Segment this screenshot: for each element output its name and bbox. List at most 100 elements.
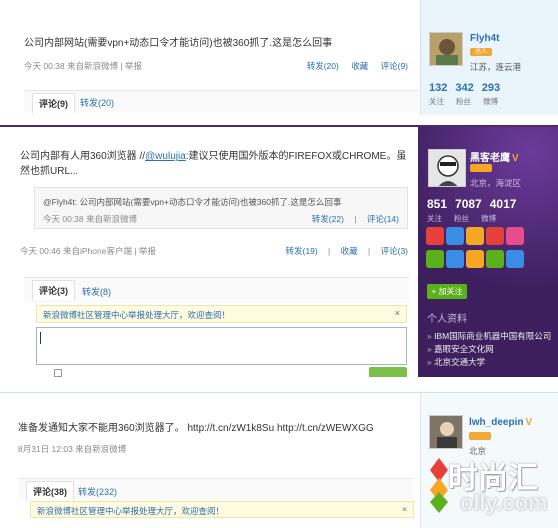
notice-bar: 新浪微博社区管理中心举报处理大厅，欢迎查阅！ × [30, 501, 414, 518]
profile-item[interactable]: IBM国际商业机器中国有限公司 [427, 330, 551, 343]
notice-link[interactable]: 新浪微博社区管理中心举报处理大厅，欢迎查阅！ [37, 506, 224, 516]
quoted-repost-link[interactable]: 转发(22) [312, 214, 344, 224]
divider: | [368, 246, 371, 256]
post-2-meta-left[interactable]: 今天 00:46 来自iPhone客户端 | 举报 [20, 246, 156, 256]
app-icon[interactable] [426, 227, 444, 245]
location: 江苏，连云港 [470, 62, 522, 72]
quoted-comment-link[interactable]: 评论(14) [367, 214, 399, 224]
level-badge: 达人 [470, 48, 492, 56]
post-1-main: 公司内部网站(需要vpn+动态口令才能访问)也被360抓了.这是怎么回事 今天 … [18, 0, 419, 115]
tab-reposts[interactable]: 转发(232) [78, 485, 117, 498]
app-icon[interactable] [486, 227, 504, 245]
post-2-tabs: 评论(3) 转发(8) [24, 277, 409, 303]
post-1-tabs: 评论(9) 转发(20) [24, 90, 419, 113]
app-icon-grid [426, 227, 536, 273]
user-card-2: 黑客老鹰 V 北京，海淀区 851 7087 4017 关注 粉丝 微博 + 加关注 个人… [418, 127, 558, 377]
post-2-main: 公司内部有人用360浏览器 //@wulujia:建议只使用国外版本的FIREF… [12, 127, 412, 377]
app-icon[interactable] [426, 250, 444, 268]
avatar[interactable] [429, 32, 463, 66]
comment-bar [36, 367, 407, 377]
text-cursor [40, 332, 41, 344]
username-text: lwh_deepin [469, 417, 524, 428]
app-icon[interactable] [446, 250, 464, 268]
quoted-meta: 今天 00:38 来自新浪微博 转发(22) | 评论(14) [43, 213, 399, 225]
user-card-1: Flyh4t 达人 江苏，连云港 132 342 293 关注 粉丝 微博 [420, 0, 558, 115]
stat-label: 关注 [429, 97, 444, 106]
stat-posts[interactable]: 293 [482, 82, 500, 94]
favorite-link[interactable]: 收藏 [341, 246, 358, 256]
divider: | [328, 246, 331, 256]
avatar[interactable] [428, 149, 466, 187]
checkbox[interactable] [54, 369, 62, 377]
notice-bar: 新浪微博社区管理中心举报处理大厅，欢迎查阅！ × [36, 305, 407, 323]
quoted-post: @Flyh4t: 公司内部网站(需要vpn+动态口令才能访问)也被360抓了.这… [34, 187, 408, 229]
favorite-link[interactable]: 收藏 [351, 61, 368, 71]
app-icon[interactable] [506, 250, 524, 268]
divider: | [354, 214, 357, 224]
close-icon[interactable]: × [402, 504, 407, 514]
tab-comments[interactable]: 评论(3) [32, 280, 75, 300]
stat-label: 微博 [481, 214, 496, 223]
follow-button[interactable]: + 加关注 [427, 284, 467, 299]
profile-list: IBM国际商业机器中国有限公司 嘉眼安全文化网 北京交通大学 [427, 330, 551, 369]
post-2-meta: 今天 00:46 来自iPhone客户端 | 举报 转发(19) | 收藏 | … [20, 245, 408, 257]
avatar-image-icon [430, 416, 462, 448]
stat-following[interactable]: 851 [427, 197, 447, 211]
post-3-meta[interactable]: 8月31日 12:03 来自新浪微博 [18, 443, 398, 455]
username[interactable]: 黑客老鹰 V [470, 149, 519, 164]
stat-label: 微博 [483, 97, 498, 106]
weibo-post-2: 公司内部有人用360浏览器 //@wulujia:建议只使用国外版本的FIREF… [0, 125, 558, 377]
user-stats: 132 342 293 [429, 82, 508, 94]
logo-shape-icon [430, 458, 448, 513]
post-2-text-before: 公司内部有人用360浏览器 // [20, 151, 146, 162]
tab-reposts[interactable]: 转发(20) [80, 96, 114, 109]
app-icon[interactable] [486, 250, 504, 268]
comment-link[interactable]: 评论(3) [381, 246, 408, 256]
notice-link[interactable]: 新浪微博社区管理中心举报处理大厅，欢迎查阅！ [43, 310, 230, 320]
profile-item[interactable]: 北京交通大学 [427, 356, 551, 369]
quoted-meta-left[interactable]: 今天 00:38 来自新浪微博 [43, 214, 137, 224]
app-icon[interactable] [466, 250, 484, 268]
app-icon[interactable] [446, 227, 464, 245]
post-3-tabs: 评论(38) 转发(232) [18, 478, 413, 501]
username[interactable]: Flyh4t [470, 33, 499, 44]
verified-icon: V [512, 153, 519, 164]
username-text: 黑客老鹰 [470, 153, 510, 164]
verified-icon: V [525, 417, 533, 428]
post-2-text: 公司内部有人用360浏览器 //@wulujia:建议只使用国外版本的FIREF… [20, 149, 412, 179]
repost-link[interactable]: 转发(19) [286, 246, 318, 256]
quoted-text: @Flyh4t: 公司内部网站(需要vpn+动态口令才能访问)也被360抓了.这… [43, 197, 342, 207]
tab-comments[interactable]: 评论(38) [26, 481, 75, 501]
repost-link[interactable]: 转发(20) [307, 61, 339, 71]
app-icon[interactable] [506, 227, 524, 245]
mention-link[interactable]: @wulujia [145, 151, 186, 162]
watermark-domain: olly.com [460, 490, 548, 515]
stat-posts[interactable]: 4017 [490, 197, 517, 211]
profile-item[interactable]: 嘉眼安全文化网 [427, 343, 551, 356]
quoted-actions: 转发(22) | 评论(14) [304, 213, 399, 225]
post-2-actions: 转发(19) | 收藏 | 评论(3) [278, 245, 408, 257]
app-icon[interactable] [466, 227, 484, 245]
stat-labels: 关注 粉丝 微博 [427, 213, 508, 224]
post-1-meta-left[interactable]: 今天 00:38 来自新浪微博 | 举报 [24, 61, 142, 71]
stat-followers[interactable]: 7087 [455, 197, 482, 211]
tab-comments[interactable]: 评论(9) [32, 93, 75, 113]
post-1-text: 公司内部网站(需要vpn+动态口令才能访问)也被360抓了.这是怎么回事 [24, 38, 333, 49]
comment-submit-button[interactable] [369, 367, 407, 377]
stat-following[interactable]: 132 [429, 82, 447, 94]
weibo-post-1: 公司内部网站(需要vpn+动态口令才能访问)也被360抓了.这是怎么回事 今天 … [0, 0, 558, 115]
avatar-image-icon [430, 33, 462, 65]
comment-input[interactable] [36, 327, 407, 365]
user-stats: 851 7087 4017 [427, 197, 524, 211]
profile-heading: 个人资料 [427, 314, 467, 325]
level-badge-icon [470, 164, 492, 172]
comment-link[interactable]: 评论(9) [381, 61, 408, 71]
avatar-image-icon [429, 150, 465, 186]
tab-reposts[interactable]: 转发(8) [82, 285, 111, 298]
avatar[interactable] [429, 415, 463, 449]
stat-label: 粉丝 [454, 214, 469, 223]
stat-followers[interactable]: 342 [455, 82, 473, 94]
username[interactable]: lwh_deepin V [469, 417, 532, 428]
close-icon[interactable]: × [395, 308, 400, 318]
stat-label: 粉丝 [456, 97, 471, 106]
